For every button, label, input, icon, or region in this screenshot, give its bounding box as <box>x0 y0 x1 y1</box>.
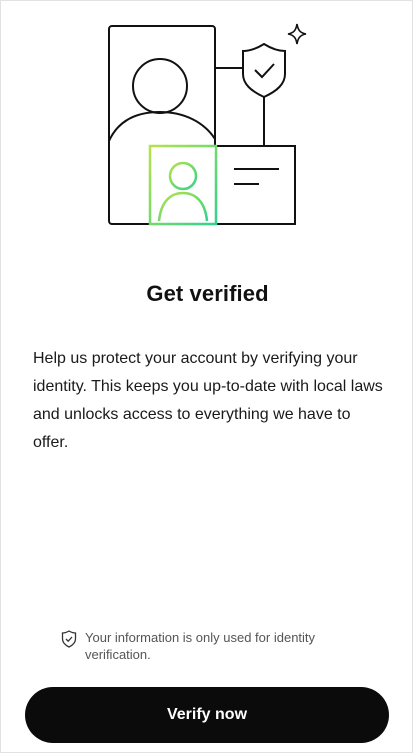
shield-check-icon <box>61 630 77 648</box>
privacy-note: Your information is only used for identi… <box>61 629 381 663</box>
sparkle-icon <box>287 23 307 45</box>
page-title: Get verified <box>146 281 269 306</box>
selfie-photo-icon <box>148 144 218 226</box>
shield-check-badge-icon <box>242 42 286 99</box>
privacy-note-text: Your information is only used for identi… <box>85 630 316 662</box>
id-verification-illustration <box>108 23 307 226</box>
verification-description: Help us protect your account by verifyin… <box>33 350 383 451</box>
verification-screen: Get verified Help us protect your accoun… <box>0 0 413 753</box>
verify-now-button[interactable]: Verify now <box>25 687 389 743</box>
